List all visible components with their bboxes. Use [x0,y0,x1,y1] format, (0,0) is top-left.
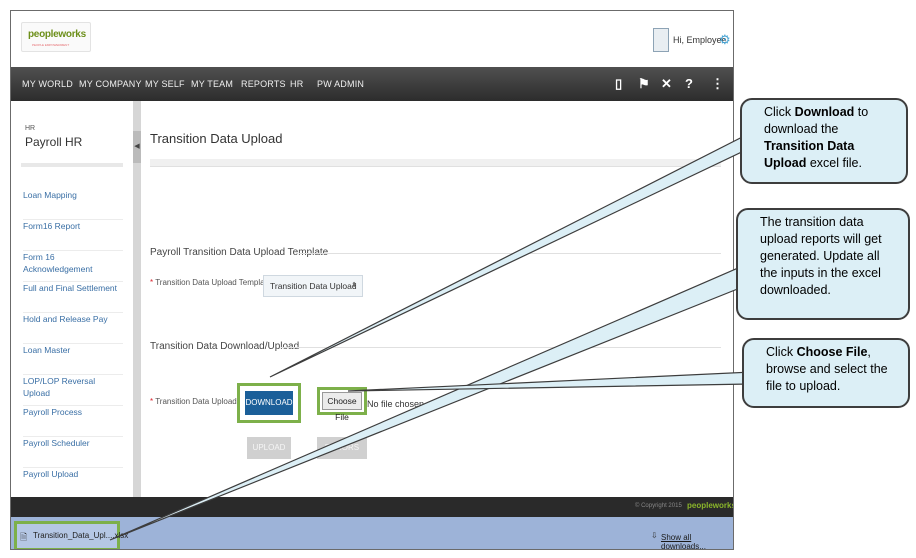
nav-my-team[interactable]: MY TEAM [191,67,233,101]
download-arrow-icon: ⇩ [651,531,658,540]
sidebar-item-payroll-scheduler[interactable]: Payroll Scheduler [23,437,123,468]
main-nav: MY WORLD MY COMPANY MY SELF MY TEAM REPO… [11,67,733,101]
nav-hr[interactable]: HR [290,67,303,101]
sidebar-item-form16-acknowledgement[interactable]: Form 16 Acknowledgement [23,251,123,282]
upload-label-text: Transition Data Upload [155,397,237,406]
sidebar-divider [21,163,123,167]
title-divider [150,159,721,167]
template-field-label: * Transition Data Upload Template [150,278,271,287]
download-highlight: DOWNLOAD [237,383,301,423]
sidebar-item-lop-reversal-upload[interactable]: LOP/LOP Reversal Upload [23,375,123,406]
share-icon[interactable]: ⋮ [711,67,724,101]
nav-my-company[interactable]: MY COMPANY [79,67,142,101]
template-select[interactable]: Transition Data Upload ⬍ [263,275,363,297]
tools-icon[interactable]: ✕ [661,67,672,101]
choose-file-button[interactable]: Choose File [322,392,362,422]
download-button[interactable]: DOWNLOAD [245,391,293,415]
select-arrows-icon: ⬍ [351,282,357,289]
excel-file-icon: 🗎 [20,532,28,542]
callout-text: excel file. [806,156,862,170]
show-all-downloads-link[interactable]: Show all downloads... [661,533,733,549]
flag-icon[interactable]: ⚑ [638,67,650,101]
sidebar-item-payroll-upload[interactable]: Payroll Upload [23,468,123,499]
company-logo[interactable]: peopleworks PEOPLE EMPOWERMENT [21,22,91,52]
logo-text: peopleworks [28,29,86,40]
nav-my-self[interactable]: MY SELF [145,67,185,101]
avatar[interactable] [653,28,669,52]
template-label-text: Transition Data Upload Template [155,278,272,287]
callout-text: The transition data upload reports will … [760,215,882,297]
callout-text: Click [766,345,797,359]
nav-reports[interactable]: REPORTS [241,67,286,101]
downloaded-file-name: Transition_Data_Upl....xlsx [33,531,129,540]
callout-bold: Choose File [796,345,868,359]
upload-button[interactable]: UPLOAD [247,437,291,459]
sidebar-title: Payroll HR [25,135,83,149]
sidebar-item-loan-mapping[interactable]: Loan Mapping [23,189,123,220]
book-icon[interactable]: ▯ [615,67,622,101]
browser-download-bar: 🗎 Transition_Data_Upl....xlsx ⇩ Show all… [11,517,733,549]
no-file-text: No file chosen [367,399,425,409]
sidebar-item-form16-report[interactable]: Form16 Report [23,220,123,251]
nav-my-world[interactable]: MY WORLD [22,67,73,101]
section-divider [281,347,721,348]
footer-logo: peopleworks [687,501,734,510]
callout-download: Click Download to download the Transitio… [740,98,908,184]
app-header: peopleworks PEOPLE EMPOWERMENT Hi, Emplo… [11,11,733,67]
downloaded-file-item[interactable]: 🗎 Transition_Data_Upl....xlsx [14,521,128,549]
sidebar-item-full-and-final[interactable]: Full and Final Settlement [23,282,123,313]
copyright-text: © Copyright 2015 [635,503,682,509]
section-divider [299,253,721,254]
template-select-value: Transition Data Upload [270,281,357,291]
errors-button[interactable]: ERRORS [317,437,367,459]
logo-tagline: PEOPLE EMPOWERMENT [32,43,70,47]
choose-file-highlight: Choose File [317,387,367,422]
app-footer: © Copyright 2015 peopleworks [11,497,734,517]
app-window: peopleworks PEOPLE EMPOWERMENT Hi, Emplo… [10,10,734,550]
callout-choose-file: Click Choose File, browse and select the… [742,338,910,408]
page-title: Transition Data Upload [150,131,283,146]
main-content: Transition Data Upload Payroll Transitio… [141,101,733,497]
gear-icon[interactable]: ⚙ [719,32,731,48]
callout-bold: Download [794,105,855,119]
sidebar-item-hold-release-pay[interactable]: Hold and Release Pay [23,313,123,344]
sidebar-item-payroll-process[interactable]: Payroll Process [23,406,123,437]
callout-transition-report: The transition data upload reports will … [736,208,910,320]
help-icon[interactable]: ? [685,67,693,101]
section-download-upload-title: Transition Data Download/Upload [150,341,300,352]
callout-text: Click [764,105,795,119]
sidebar: HR Payroll HR Loan Mapping Form16 Report… [11,101,133,499]
sidebar-module: HR [25,125,36,132]
sidebar-item-loan-master[interactable]: Loan Master [23,344,123,375]
collapse-sidebar-button[interactable]: ◀ [133,131,141,163]
nav-pw-admin[interactable]: PW ADMIN [317,67,364,101]
upload-field-label: * Transition Data Upload [150,397,237,406]
